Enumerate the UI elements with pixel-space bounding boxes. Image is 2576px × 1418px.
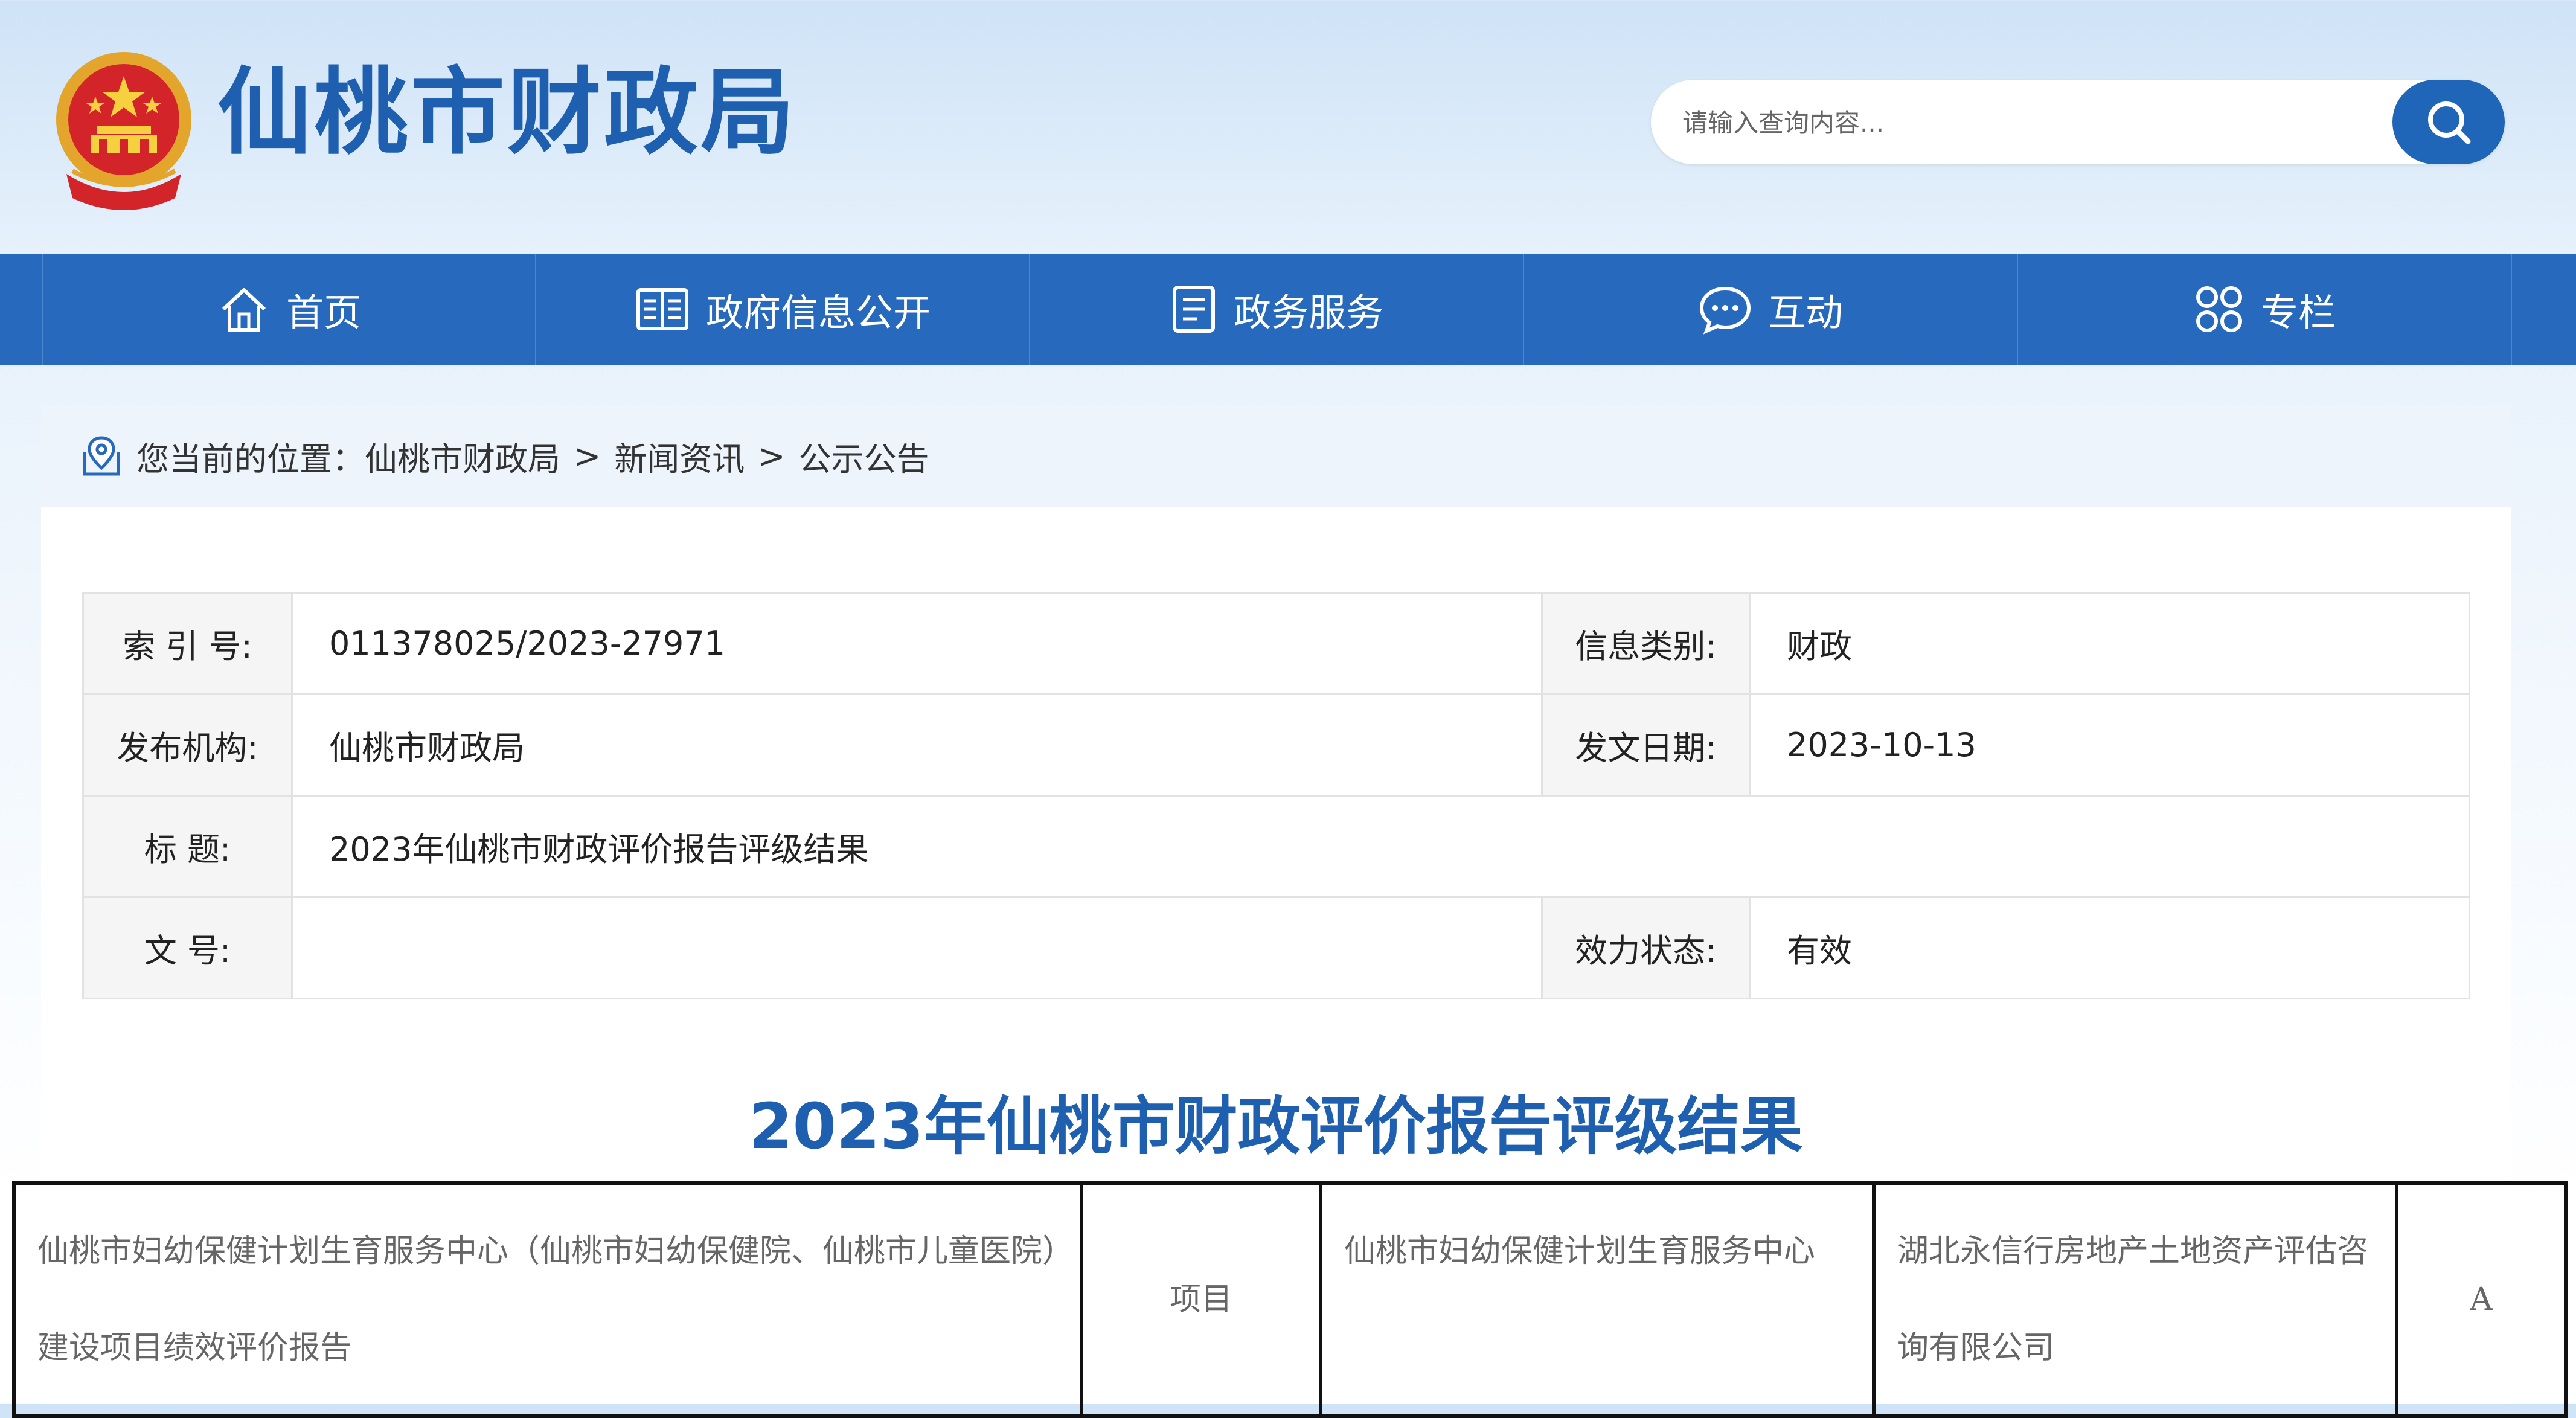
search-button[interactable] [2392,80,2505,164]
index-label: 索 引 号: [82,592,293,695]
site-header: 仙桃市财政局 [0,0,2576,254]
search-icon [2428,101,2471,144]
meta-row: 标 题: 2023年仙桃市财政评价报告评级结果 [82,795,2470,898]
publisher-label: 发布机构: [82,693,293,797]
date-label: 发文日期: [1541,693,1751,797]
meta-row: 文 号: 效力状态: 有效 [82,896,2470,999]
document-meta-table: 索 引 号: 011378025/2023-27971 信息类别: 财政 发布机… [82,592,2470,999]
nav-item-columns[interactable]: 专栏 [2018,254,2512,365]
nav-item-gov-info[interactable]: 政府信息公开 [536,254,1030,365]
docno-value [291,896,1543,999]
main-nav: 首页 政府信息公开 政务服务 互动 专栏 [0,254,2576,365]
title-label: 标 题: [82,795,293,898]
index-value: 011378025/2023-27971 [291,592,1543,695]
title-value: 2023年仙桃市财政评价报告评级结果 [291,795,2470,898]
meta-row: 索 引 号: 011378025/2023-27971 信息类别: 财政 [82,592,2470,695]
category-label: 信息类别: [1541,592,1751,695]
publisher-value: 仙桃市财政局 [291,693,1543,797]
location-pin-icon [83,436,120,476]
report-type-cell: 项目 [1080,1181,1322,1418]
nav-label: 专栏 [2260,290,2336,335]
grade-cell: A [2395,1181,2568,1418]
category-value: 财政 [1749,592,2470,695]
meta-row: 发布机构: 仙桃市财政局 发文日期: 2023-10-13 [82,693,2470,797]
breadcrumb-link[interactable]: 新闻资讯 [614,432,745,480]
evaluated-unit-cell: 仙桃市妇幼保健计划生育服务中心 [1319,1181,1876,1418]
breadcrumb-prefix: 您当前的位置： [136,440,365,478]
home-icon [222,288,266,332]
national-emblem-icon [56,52,191,210]
table-row: 仙桃市妇幼保健计划生育服务中心（仙桃市妇幼保健院、仙桃市儿童医院）建设项目绩效评… [12,1181,2568,1418]
article-title: 2023年仙桃市财政评价报告评级结果 [749,1089,1803,1163]
evaluating-agency-cell: 湖北永信行房地产土地资产评估咨询有限公司 [1872,1181,2398,1418]
breadcrumb-link[interactable]: 仙桃市财政局 [365,432,560,480]
document-list-icon [1172,286,1215,333]
breadcrumb: 您当前的位置： 仙桃市财政局 > 新闻资讯 > 公示公告 [41,405,2511,507]
nav-label: 互动 [1767,290,1843,335]
search-box [1651,80,2505,164]
nav-item-home[interactable]: 首页 [42,254,536,365]
breadcrumb-link[interactable]: 公示公告 [799,432,929,480]
docno-label: 文 号: [82,896,293,999]
nav-label: 政务服务 [1233,290,1383,335]
nav-item-interact[interactable]: 互动 [1524,254,2018,365]
date-value: 2023-10-13 [1749,693,2470,797]
nav-label: 首页 [286,290,361,335]
site-title: 仙桃市财政局 [217,57,797,167]
chat-icon [1699,286,1751,335]
grid-clover-icon [2196,286,2242,332]
report-name-cell: 仙桃市妇幼保健计划生育服务中心（仙桃市妇幼保健院、仙桃市儿童医院）建设项目绩效评… [12,1181,1083,1418]
search-input[interactable] [1681,98,2348,147]
nav-label: 政府信息公开 [705,290,931,335]
book-icon [636,288,688,330]
status-label: 效力状态: [1541,896,1751,999]
rating-result-table: 仙桃市妇幼保健计划生育服务中心（仙桃市妇幼保健院、仙桃市儿童医院）建设项目绩效评… [12,1181,2568,1418]
nav-item-services[interactable]: 政务服务 [1030,254,1524,365]
status-value: 有效 [1749,896,2470,999]
breadcrumb-separator: > [758,437,786,475]
breadcrumb-separator: > [574,437,601,475]
